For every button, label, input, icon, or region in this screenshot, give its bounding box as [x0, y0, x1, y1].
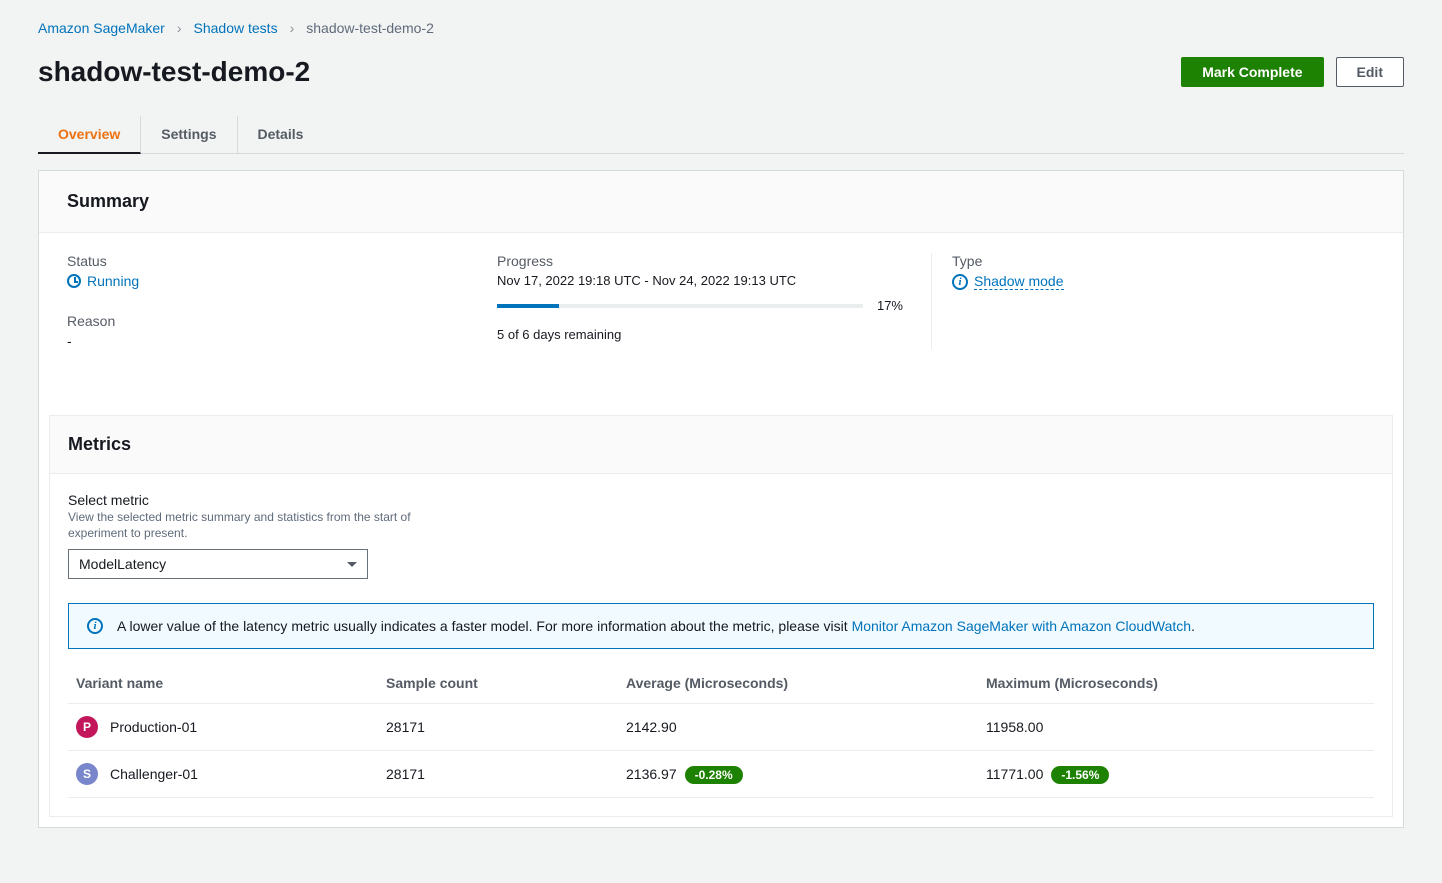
tabs: Overview Settings Details [38, 116, 1404, 154]
info-icon[interactable]: i [952, 274, 968, 290]
breadcrumb-shadow-tests[interactable]: Shadow tests [194, 20, 278, 36]
type-label: Type [952, 253, 1064, 269]
metrics-table: Variant name Sample count Average (Micro… [68, 663, 1374, 798]
page-title: shadow-test-demo-2 [38, 56, 310, 88]
avg-value: 2136.97 [626, 766, 677, 782]
edit-button[interactable]: Edit [1336, 57, 1404, 87]
type-value[interactable]: Shadow mode [974, 273, 1064, 290]
select-metric-dropdown[interactable]: ModelLatency [68, 549, 368, 579]
caret-down-icon [347, 562, 357, 567]
chevron-right-icon: › [177, 20, 182, 36]
table-row: P Production-01 28171 2142.90 11958.00 [68, 704, 1374, 751]
progress-fill [497, 304, 559, 308]
progress-percent: 17% [877, 298, 903, 313]
summary-title: Summary [39, 171, 1403, 233]
table-row: S Challenger-01 28171 2136.97 -0.28% 1177… [68, 751, 1374, 798]
tab-overview[interactable]: Overview [38, 116, 141, 154]
reason-label: Reason [67, 313, 457, 329]
delta-badge: -1.56% [1051, 766, 1109, 784]
max-value: 11771.00 [986, 766, 1043, 782]
col-avg: Average (Microseconds) [618, 663, 978, 704]
mark-complete-button[interactable]: Mark Complete [1181, 57, 1323, 87]
variant-avatar: P [76, 716, 98, 738]
info-text: A lower value of the latency metric usua… [117, 618, 852, 634]
status-text: Running [87, 273, 139, 289]
progress-label: Progress [497, 253, 903, 269]
status-label: Status [67, 253, 457, 269]
info-icon: i [87, 618, 103, 634]
progress-bar [497, 304, 863, 308]
info-banner: i A lower value of the latency metric us… [68, 603, 1374, 649]
sample-count: 28171 [378, 751, 618, 798]
chevron-right-icon: › [290, 20, 295, 36]
progress-range: Nov 17, 2022 19:18 UTC - Nov 24, 2022 19… [497, 273, 903, 288]
variant-name: Production-01 [110, 719, 197, 735]
breadcrumb: Amazon SageMaker › Shadow tests › shadow… [38, 20, 1404, 36]
breadcrumb-current: shadow-test-demo-2 [306, 20, 434, 36]
breadcrumb-root[interactable]: Amazon SageMaker [38, 20, 165, 36]
sample-count: 28171 [378, 704, 618, 751]
tab-settings[interactable]: Settings [141, 116, 237, 153]
variant-avatar: S [76, 763, 98, 785]
info-period: . [1191, 618, 1195, 634]
variant-name: Challenger-01 [110, 766, 198, 782]
info-link[interactable]: Monitor Amazon SageMaker with Amazon Clo… [852, 618, 1192, 634]
clock-icon [67, 274, 81, 288]
summary-panel: Summary Status Running Reason - Progress… [38, 170, 1404, 828]
metrics-title: Metrics [50, 416, 1392, 474]
status-value: Running [67, 273, 457, 289]
reason-value: - [67, 333, 457, 349]
select-metric-label: Select metric [68, 492, 1374, 508]
max-value: 11958.00 [986, 719, 1043, 735]
col-max: Maximum (Microseconds) [978, 663, 1374, 704]
col-variant: Variant name [68, 663, 378, 704]
col-sample: Sample count [378, 663, 618, 704]
select-metric-value: ModelLatency [79, 556, 166, 572]
progress-remaining: 5 of 6 days remaining [497, 327, 903, 342]
delta-badge: -0.28% [685, 766, 743, 784]
select-metric-help: View the selected metric summary and sta… [68, 510, 428, 541]
tab-details[interactable]: Details [238, 116, 324, 153]
avg-value: 2142.90 [626, 719, 677, 735]
